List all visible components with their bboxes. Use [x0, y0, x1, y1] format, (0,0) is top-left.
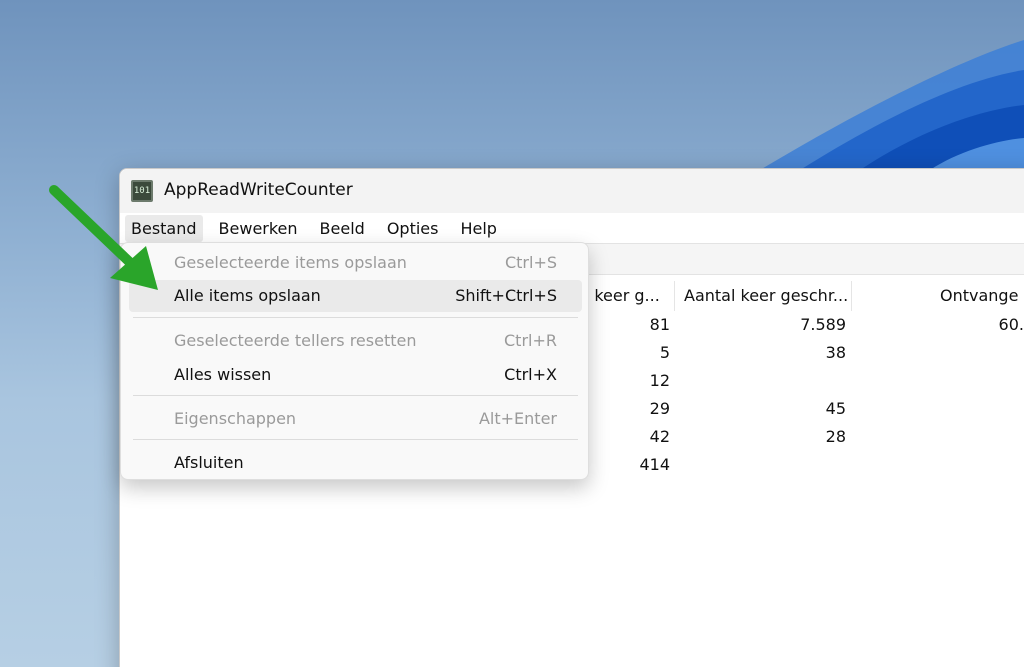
menu-item-label: Alle items opslaan — [174, 286, 321, 305]
window-title: AppReadWriteCounter — [164, 180, 353, 200]
menu-item-label: Alles wissen — [174, 365, 272, 384]
menu-separator — [133, 317, 578, 318]
table-cell: 7.589 — [800, 315, 846, 334]
menu-item-shortcut: Shift+Ctrl+S — [455, 286, 557, 305]
menu-item-label: Geselecteerde tellers resetten — [174, 331, 417, 350]
menu-item-reset-counters[interactable]: Geselecteerde tellers resetten Ctrl+R — [129, 325, 582, 357]
table-cell: 45 — [825, 399, 846, 418]
column-header-write-count[interactable]: Aantal keer geschr... — [678, 281, 852, 311]
menu-item-shortcut: Alt+Enter — [478, 409, 557, 428]
menu-item-clear-all[interactable]: Alles wissen Ctrl+X — [129, 359, 582, 391]
menu-item-shortcut: Ctrl+S — [504, 253, 557, 272]
table-cell: 38 — [825, 343, 846, 362]
menu-beeld[interactable]: Beeld — [314, 215, 371, 242]
menu-item-exit[interactable]: Afsluiten — [129, 447, 582, 479]
menu-separator — [133, 395, 578, 396]
menu-item-label: Geselecteerde items opslaan — [174, 253, 407, 272]
column-header-received[interactable]: Ontvange — [940, 281, 1024, 311]
column-header-read-count[interactable]: al keer g... — [575, 281, 675, 311]
table-cell: 60. — [998, 315, 1024, 334]
menu-item-shortcut: Ctrl+R — [504, 331, 557, 350]
menu-item-shortcut: Ctrl+X — [504, 365, 557, 384]
menu-help[interactable]: Help — [454, 215, 502, 242]
menu-bar: Bestand Bewerken Beeld Opties Help — [120, 213, 1024, 243]
menu-separator — [133, 439, 578, 440]
menu-item-properties[interactable]: Eigenschappen Alt+Enter — [129, 403, 582, 435]
file-menu-dropdown: Geselecteerde items opslaan Ctrl+S Alle … — [120, 242, 589, 480]
menu-item-save-all[interactable]: Alle items opslaan Shift+Ctrl+S — [129, 280, 582, 312]
menu-bewerken[interactable]: Bewerken — [213, 215, 304, 242]
table-cell: 28 — [825, 427, 846, 446]
menu-item-label: Eigenschappen — [174, 409, 297, 428]
menu-item-save-selected[interactable]: Geselecteerde items opslaan Ctrl+S — [129, 247, 582, 279]
pointer-arrow-icon — [49, 185, 158, 290]
title-bar: 101 AppReadWriteCounter — [120, 169, 1024, 213]
menu-opties[interactable]: Opties — [381, 215, 445, 242]
menu-item-label: Afsluiten — [174, 453, 244, 472]
